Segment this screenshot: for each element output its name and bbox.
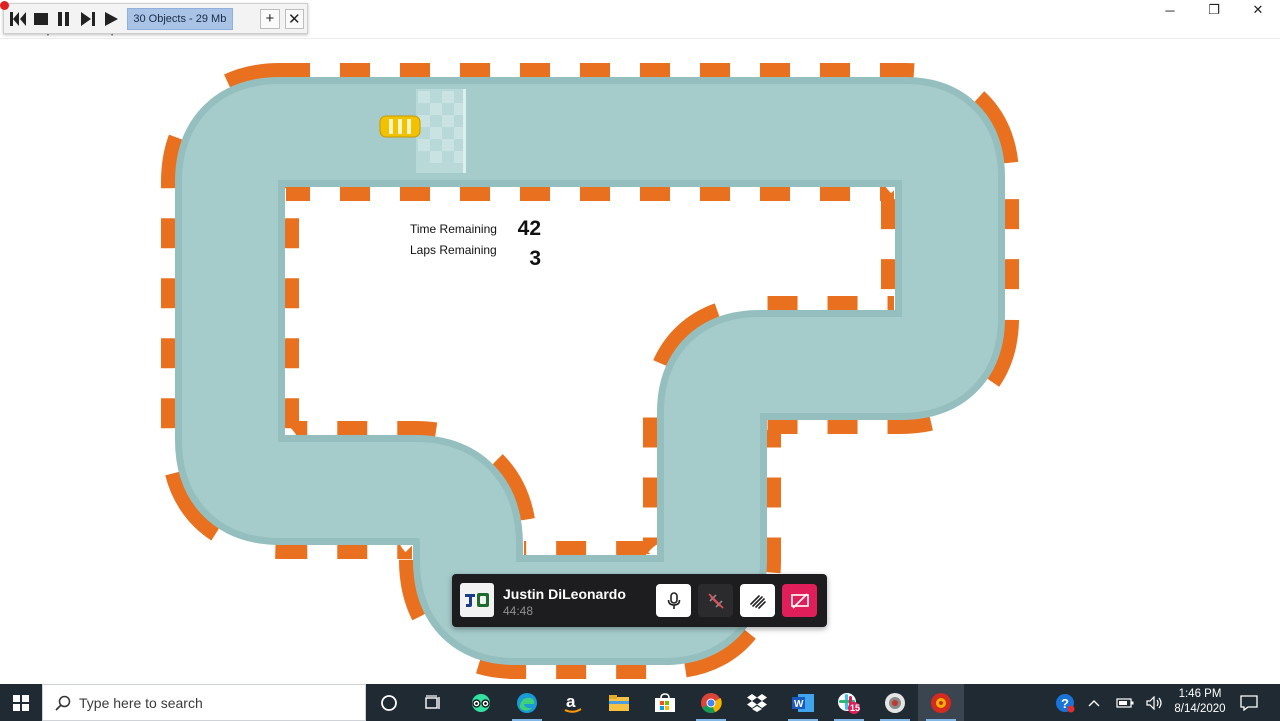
search-icon [55,695,71,711]
laps-remaining-label: Laps Remaining [410,243,497,257]
stop-button[interactable] [30,8,51,30]
svg-text:a: a [566,692,576,711]
race-game-window: Time Remaining 42 Laps Remaining 3 File … [0,0,1280,721]
word-button[interactable]: W [780,684,826,721]
svg-text:W: W [794,699,804,710]
pause-icon [58,11,70,26]
call-duration: 44:48 [503,604,534,618]
mute-button[interactable] [656,584,691,617]
video-off-icon [707,592,724,609]
stop-icon [33,12,48,25]
word-icon: W [792,693,814,712]
notifications-button[interactable] [1236,684,1262,721]
slack-button[interactable]: 15 [826,684,872,721]
cortana-icon [381,694,397,711]
recorder-toolbar: 30 Objects - 29 Mb + ✕ [0,1,308,34]
restore-button[interactable]: ❐ [1192,0,1236,20]
chrome-icon [701,692,722,713]
record-indicator-icon [0,1,9,10]
taskbar-search[interactable]: Type here to search [42,684,366,721]
edge-button[interactable] [504,684,550,721]
tripadvisor-button[interactable] [458,684,504,721]
help-icon: ? [1056,693,1075,712]
search-placeholder: Type here to search [79,694,203,711]
taskbar: Type here to search a W 15 ? 1:46 PM 8/1… [0,684,1280,721]
dropbox-icon [747,693,767,712]
avatar [460,583,494,617]
tripadvisor-icon [472,693,490,712]
share-screen-button[interactable] [740,584,775,617]
file-explorer-icon [609,694,629,711]
dropbox-button[interactable] [734,684,780,721]
call-overlay: Justin DiLeonardo 44:48 [452,574,827,627]
game-icon [931,692,951,713]
start-button[interactable] [0,684,42,721]
volume-icon [1146,695,1162,710]
skip-back-icon [9,11,26,26]
time-remaining-value: 42 [517,217,541,240]
end-call-button[interactable] [782,584,817,617]
game-button[interactable] [918,684,964,721]
slack-badge: 15 [850,703,861,713]
time-remaining-label: Time Remaining [410,222,497,236]
battery-tray-button[interactable] [1114,684,1136,721]
skip-forward-button[interactable] [77,8,98,30]
video-off-button[interactable] [698,584,733,617]
play-button[interactable] [100,8,121,30]
chevron-up-icon [1088,699,1100,706]
taskbar-clock[interactable]: 1:46 PM 8/14/2020 [1168,687,1232,717]
hand-wave-icon [749,594,766,609]
file-explorer-button[interactable] [596,684,642,721]
store-icon [655,692,675,712]
window-controls: ─ ❐ ✕ [1148,0,1280,20]
recorder-close-button[interactable]: ✕ [284,8,305,29]
app-button[interactable] [872,684,918,721]
edge-icon [517,692,537,713]
pause-button[interactable] [54,8,75,30]
help-tray-button[interactable]: ? [1052,684,1078,721]
windows-icon [13,694,29,711]
chrome-button[interactable] [688,684,734,721]
caller-name: Justin DiLeonardo [503,586,626,602]
clock-time: 1:46 PM [1178,688,1222,700]
avatar-logo-icon [463,591,491,609]
app-icon [885,692,905,713]
close-button[interactable]: ✕ [1236,0,1280,20]
task-view-icon [425,694,440,709]
race-car[interactable] [379,115,421,138]
play-icon [104,11,118,26]
finish-line [416,89,466,173]
amazon-button[interactable]: a [550,684,596,721]
clock-date: 8/14/2020 [1174,703,1226,715]
add-button[interactable]: + [260,8,280,29]
task-view-button[interactable] [410,684,456,721]
volume-tray-button[interactable] [1144,684,1166,721]
skip-back-button[interactable] [7,8,28,30]
skip-forward-icon [80,11,95,26]
show-hidden-icons-button[interactable] [1084,684,1104,721]
title-divider [0,38,1280,39]
microphone-icon [667,591,680,609]
minimize-button[interactable]: ─ [1148,0,1192,20]
battery-icon [1116,697,1134,708]
cortana-button[interactable] [366,684,412,721]
recorder-status: 30 Objects - 29 Mb [126,7,234,30]
amazon-icon: a [564,692,582,713]
laps-remaining-value: 3 [529,247,541,270]
screen-share-off-icon [790,592,809,609]
notification-icon [1240,694,1258,711]
store-button[interactable] [642,684,688,721]
